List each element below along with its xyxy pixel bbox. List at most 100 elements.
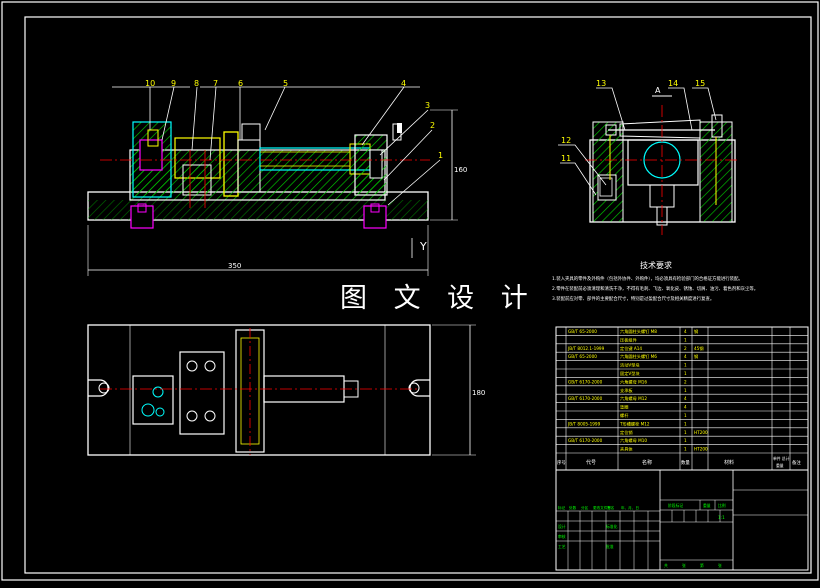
bom-head-wt: 单件 总计 [773, 456, 790, 461]
bom-row-13-qty: 1 [684, 438, 687, 443]
tb-stage-2: 比例 [718, 503, 726, 508]
tb-row1-2: 分区 [581, 505, 589, 510]
bom-row-13-code: GB/T 6170-2000 [568, 438, 603, 443]
notes-line-3: 3.装配前应对零、部件的主要配合尺寸，特别是过盈配合尺寸及相关精度进行复查。 [552, 295, 714, 302]
callout-front-6: 4 [401, 79, 406, 88]
bom-row-13-name: 六角螺母 M10 [620, 437, 647, 444]
bom-row-9-qty: 4 [684, 405, 687, 410]
tb-row1-4: 签名 [607, 505, 615, 510]
notes-title: 技术要求 [640, 260, 672, 270]
bom-row-12-mat: HT200 [694, 430, 708, 435]
callout-front-5: 5 [283, 79, 288, 88]
side-clamp-plate [619, 119, 701, 139]
bom-row-5-name: 固定V型块 [620, 370, 640, 377]
bom-row-14-name: 夹具体 [620, 446, 633, 453]
bom-head-qty: 数量 [681, 459, 690, 466]
bom-row-9-name: 垫圈 [620, 404, 628, 411]
callout-side-2: 15 [695, 79, 705, 88]
bom-row-2-mat: 45钢 [694, 345, 704, 352]
tb-sheet-3: 张 [718, 563, 722, 568]
bom-row-8-qty: 4 [684, 396, 687, 401]
bom-row-12-qty: 1 [684, 430, 687, 435]
bom-row-4-name: 活动V型块 [620, 362, 640, 369]
bom-row-11-name: T形槽螺栓 M12 [619, 420, 650, 427]
bom-row-10-name: 螺杆 [620, 412, 629, 419]
bom-row-0-qty: 4 [684, 329, 687, 334]
plan-slot-left [88, 379, 109, 397]
callout-front-2: 8 [194, 79, 199, 88]
bom-row-12-name: 定位销 [620, 429, 633, 436]
bom-row-0-code: GB/T 65-2000 [568, 329, 597, 334]
front-view: 350 160 Y [87, 86, 467, 276]
callout-front-7: 3 [425, 101, 430, 110]
bom-row-2-qty: 2 [684, 346, 687, 351]
t-bolt-right [363, 205, 387, 229]
side-view: A [558, 86, 740, 235]
title-block: 标记 处数 分区 更改文件号签名 年、月、日设计 标准化审核工艺 批准阶段标记 重量 比例1:1… [555, 469, 809, 571]
tb-stage-1: 重量 [703, 503, 711, 508]
bom-row-11-code: JB/T 8005-1999 [567, 421, 601, 426]
callout-front-0: 10 [145, 79, 155, 88]
plan-fixed-block [132, 375, 174, 425]
bom-row-14-qty: 1 [684, 447, 687, 452]
tb-sheet-1: 张 [682, 563, 686, 568]
dim-height: 160 [454, 166, 467, 174]
tb-row1-1: 处数 [569, 505, 577, 510]
bom-row-4-qty: 1 [684, 363, 687, 368]
tb-sheet-2: 第 [700, 563, 704, 568]
notes-line-2: 2.零件在装配前必须清理和清洗干净，不得有毛刺、飞边、氧化皮、锈蚀、切屑、油污、… [552, 285, 758, 292]
plan-view: 180 [87, 324, 485, 456]
bom-row-8-code: GB/T 6170-2000 [568, 396, 603, 401]
tb-sheet-0: 共 [664, 563, 668, 568]
tb-row4-0: 工艺 [558, 544, 566, 549]
bom-head-code: 代号 [586, 459, 596, 466]
bom-row-6-qty: 2 [684, 379, 687, 384]
bom-row-14-mat: HT200 [694, 447, 708, 452]
callout-side-0: 13 [596, 79, 606, 88]
bom-row-5-qty: 1 [684, 371, 687, 376]
bom-row-0-name: 六角圆柱头螺钉 M8 [620, 328, 657, 335]
callout-front-1: 9 [171, 79, 176, 88]
bom-row-3-code: GB/T 65-2000 [568, 354, 597, 359]
callout-front-8: 2 [430, 121, 435, 130]
plan-moving-block [179, 351, 225, 435]
callout-side-3: 12 [561, 136, 571, 145]
callout-front-4: 6 [238, 79, 243, 88]
bom-row-0-mat: 钢 [694, 328, 698, 335]
tb-row3-0: 审核 [558, 534, 566, 539]
callout-front-9: 1 [438, 151, 443, 160]
bom-row-3-name: 六角圆柱头螺钉 M6 [620, 353, 657, 360]
bom-row-6-code: GB/T 6170-2000 [568, 379, 603, 384]
bom-row-1-qty: 1 [684, 337, 687, 342]
section-marker: A [655, 86, 661, 95]
view-marker: Y [419, 240, 427, 253]
bom-row-10-qty: 1 [684, 413, 687, 418]
callout-front-3: 7 [213, 79, 218, 88]
bom-row-2-code: JB/T 8012.1-1999 [567, 346, 605, 351]
tb-row2-0: 设计 [558, 524, 566, 529]
bom-head-wt-sub: 重量 [776, 463, 784, 468]
technical-notes: 技术要求 1.装入夹具的零件及外购件（包括外协件、外购件），均必须具有检验部门的… [552, 260, 758, 302]
bom-head-mat: 材料 [724, 459, 734, 466]
tb-row2-1: 标准化 [606, 524, 618, 529]
cad-drawing-sheet: 350 160 Y 10 9 8 7 6 5 4 3 2 1 180 A 13 … [0, 0, 820, 584]
bom-row-7-qty: 1 [684, 388, 687, 393]
tb-row1-0: 标记 [558, 505, 566, 510]
bom-row-8-name: 六角螺母 M12 [620, 395, 647, 402]
t-bolt-left [130, 205, 154, 229]
bom-row-1-name: 压板组件 [620, 336, 637, 343]
tb-stage-0: 阶段标记 [668, 503, 683, 508]
watermark: 图 文 设 计 [340, 283, 537, 314]
dim-width: 180 [472, 389, 485, 397]
bom-head-remark: 备注 [792, 459, 801, 466]
bom-row-2-name: 定位键 A14 [620, 345, 642, 352]
tb-row4-1: 批准 [606, 544, 614, 549]
bom-head-no: 序号 [557, 459, 566, 466]
bom-row-3-qty: 4 [684, 354, 687, 359]
bill-of-materials: GB/T 65-2000 六角圆柱头螺钉 M8 4 钢压板组件 1 JB/T 8012.1… [555, 326, 809, 471]
notes-line-1: 1.装入夹具的零件及外购件（包括外协件、外购件），均必须具有检验部门的合格证方能… [552, 275, 743, 282]
bom-row-11-qty: 1 [684, 421, 687, 426]
dim-length: 350 [228, 262, 241, 270]
bom-row-6-name: 六角螺母 M16 [620, 378, 647, 385]
callout-side-4: 11 [561, 154, 571, 163]
